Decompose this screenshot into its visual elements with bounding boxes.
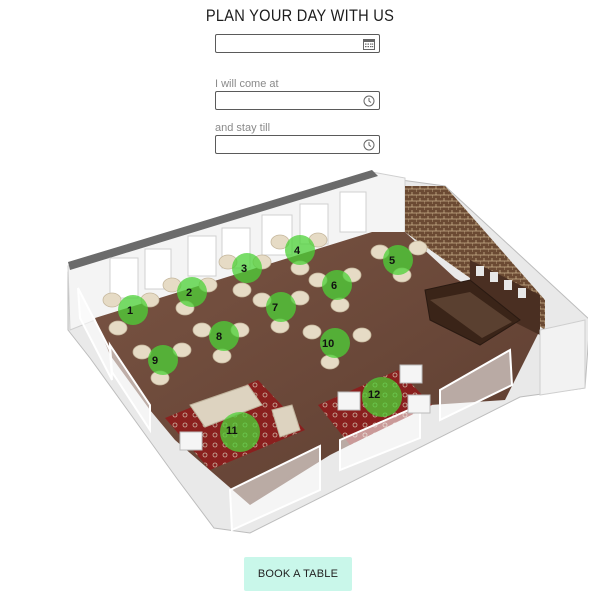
table-number-7[interactable]: 7 (272, 302, 278, 314)
table-marker-4: 4 (285, 235, 315, 265)
table-number-5[interactable]: 5 (389, 255, 395, 267)
table-marker-7: 7 (266, 292, 296, 322)
table-number-4[interactable]: 4 (294, 245, 301, 257)
departure-time-input[interactable] (216, 137, 364, 155)
arrival-label: I will come at (215, 78, 279, 90)
right-wall (539, 319, 586, 396)
table-marker-1: 1 (118, 295, 148, 325)
restaurant-floorplan: 1 2 3 4 5 6 7 8 9 10 11 12 (67, 170, 588, 534)
date-input[interactable] (216, 36, 364, 54)
table-marker-11: 11 (220, 412, 260, 452)
table-marker-8: 8 (209, 321, 239, 351)
book-table-button[interactable]: BOOK A TABLE (244, 557, 352, 591)
arrival-time-input[interactable] (216, 93, 364, 111)
table-number-1[interactable]: 1 (127, 305, 133, 317)
table-number-6[interactable]: 6 (331, 280, 337, 292)
clock-icon[interactable] (363, 139, 375, 151)
calendar-icon[interactable] (363, 38, 375, 50)
table-number-12[interactable]: 12 (368, 389, 380, 401)
table-number-11[interactable]: 11 (226, 425, 238, 437)
table-marker-12: 12 (362, 377, 402, 417)
departure-time-field[interactable] (215, 135, 380, 155)
departure-label: and stay till (215, 122, 271, 134)
table-number-10[interactable]: 10 (322, 338, 334, 350)
table-number-8[interactable]: 8 (216, 331, 222, 343)
table-number-3[interactable]: 3 (241, 263, 247, 275)
arrival-time-field[interactable] (215, 91, 380, 111)
table-marker-2: 2 (177, 277, 207, 307)
table-marker-5: 5 (383, 245, 413, 275)
table-number-9[interactable]: 9 (152, 355, 158, 367)
table-marker-3: 3 (232, 253, 262, 283)
table-marker-9: 9 (148, 345, 178, 375)
page-title: PLAN YOUR DAY WITH US (205, 6, 395, 25)
date-field[interactable] (215, 34, 380, 54)
table-number-2[interactable]: 2 (186, 287, 192, 299)
table-marker-6: 6 (322, 270, 352, 300)
table-marker-10: 10 (320, 328, 350, 358)
clock-icon[interactable] (363, 95, 375, 107)
